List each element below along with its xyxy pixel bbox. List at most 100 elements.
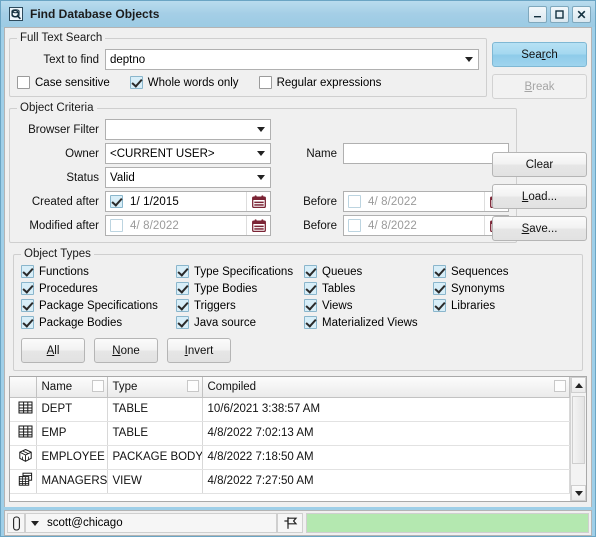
scroll-down-button[interactable]: [571, 485, 586, 501]
browser-filter-label: Browser Filter: [28, 123, 99, 136]
created-after-field[interactable]: 1/ 1/2015: [105, 191, 271, 212]
title-bar[interactable]: Find Database Objects: [1, 1, 595, 27]
whole-words-only-label: Whole words only: [147, 76, 239, 89]
type-functions[interactable]: Functions: [21, 265, 176, 278]
type-package-bodies[interactable]: Package Bodies: [21, 316, 176, 329]
connection-selector[interactable]: scott@chicago: [25, 513, 277, 533]
status-row: Status Valid: [17, 167, 509, 188]
all-label-post: ll: [54, 344, 60, 357]
regular-expressions-checkbox[interactable]: Regular expressions: [258, 76, 381, 89]
type-java-source[interactable]: Java source: [176, 316, 304, 329]
chevron-down-icon[interactable]: [31, 520, 39, 526]
cell-type: TABLE: [107, 397, 203, 422]
created-before-field[interactable]: 4/ 8/2022: [343, 191, 509, 212]
whole-words-only-checkbox[interactable]: Whole words only: [129, 76, 239, 89]
search-button[interactable]: Sea r ch: [492, 42, 587, 67]
col-header-icon[interactable]: [10, 377, 37, 398]
type-views[interactable]: Views: [304, 299, 433, 312]
col-header-name[interactable]: Name: [36, 377, 108, 398]
modified-after-checkbox[interactable]: [110, 219, 123, 232]
calendar-icon[interactable]: [246, 192, 270, 211]
modified-before-checkbox[interactable]: [348, 219, 361, 232]
clear-button[interactable]: Clear: [492, 152, 587, 177]
scroll-thumb[interactable]: [572, 396, 585, 464]
chevron-down-icon[interactable]: [251, 168, 270, 187]
results-table-wrapper: Name Type Compiled DEPT TABLE 10/6/2021 …: [10, 377, 570, 501]
find-database-icon: [8, 6, 24, 22]
type-label: Sequences: [451, 265, 509, 278]
none-button[interactable]: None: [94, 338, 158, 363]
pin-icon[interactable]: [277, 513, 303, 533]
type-procedures[interactable]: Procedures: [21, 282, 176, 295]
chevron-down-icon[interactable]: [251, 120, 270, 139]
load-button[interactable]: Load...: [492, 184, 587, 209]
table-row[interactable]: EMPLOYEE PACKAGE BODY 4/8/2022 7:18:50 A…: [10, 445, 570, 470]
invert-label-post: nvert: [187, 344, 214, 357]
chevron-down-icon[interactable]: [459, 50, 478, 69]
upper-panels: Full Text Search Text to find deptno Cas…: [5, 28, 591, 248]
type-synonyms[interactable]: Synonyms: [433, 282, 575, 295]
maximize-button[interactable]: [550, 5, 569, 23]
type-type-specifications[interactable]: Type Specifications: [176, 265, 304, 278]
type-label: Package Specifications: [39, 299, 158, 312]
status-select[interactable]: Valid: [105, 167, 271, 188]
none-label-mnemonic: N: [112, 344, 121, 357]
name-input[interactable]: [343, 143, 509, 164]
lock-icon[interactable]: [7, 513, 25, 533]
scroll-up-button[interactable]: [571, 377, 586, 393]
owner-name-row: Owner <CURRENT USER> Name: [17, 143, 509, 164]
text-to-find-input[interactable]: deptno: [105, 49, 479, 70]
close-button[interactable]: [572, 5, 591, 23]
all-button[interactable]: All: [21, 338, 85, 363]
type-tables[interactable]: Tables: [304, 282, 433, 295]
type-label: Materialized Views: [322, 316, 418, 329]
type-sequences[interactable]: Sequences: [433, 265, 575, 278]
case-sensitive-label: Case sensitive: [35, 76, 110, 89]
table-row[interactable]: DEPT TABLE 10/6/2021 3:38:57 AM: [10, 397, 570, 422]
col-header-compiled[interactable]: Compiled: [202, 377, 570, 398]
type-queues[interactable]: Queues: [304, 265, 433, 278]
col-header-type[interactable]: Type: [107, 377, 203, 398]
case-sensitive-checkbox[interactable]: Case sensitive: [17, 76, 110, 89]
progress-bar: [306, 513, 589, 533]
type-type-bodies[interactable]: Type Bodies: [176, 282, 304, 295]
calendar-icon[interactable]: [246, 216, 270, 235]
type-materialized-views[interactable]: Materialized Views: [304, 316, 433, 329]
save-label-post: ave...: [529, 222, 558, 235]
type-libraries[interactable]: Libraries: [433, 299, 575, 312]
scroll-track[interactable]: [571, 393, 586, 485]
row-icon-cell: [10, 445, 37, 470]
created-before-label: Before: [303, 195, 337, 208]
column-filter-box[interactable]: [91, 380, 104, 392]
cell-type: PACKAGE BODY: [107, 445, 203, 470]
results-inner: Name Type Compiled DEPT TABLE 10/6/2021 …: [10, 377, 586, 501]
table-row[interactable]: MANAGERS VIEW 4/8/2022 7:27:50 AM: [10, 469, 570, 494]
results-vertical-scrollbar[interactable]: [570, 377, 586, 501]
checkbox-box: [21, 282, 34, 295]
invert-button[interactable]: Invert: [167, 338, 231, 363]
owner-select[interactable]: <CURRENT USER>: [105, 143, 271, 164]
minimize-button[interactable]: [528, 5, 547, 23]
save-button[interactable]: Save...: [492, 216, 587, 241]
checkbox-box: [21, 299, 34, 312]
checkbox-box: [176, 316, 189, 329]
body-bottom-spacer: [5, 502, 591, 507]
modified-after-field[interactable]: 4/ 8/2022: [105, 215, 271, 236]
column-filter-box[interactable]: [186, 380, 199, 392]
type-label: Triggers: [194, 299, 236, 312]
browser-filter-select[interactable]: [105, 119, 271, 140]
type-triggers[interactable]: Triggers: [176, 299, 304, 312]
table-row[interactable]: EMP TABLE 4/8/2022 7:02:13 AM: [10, 421, 570, 446]
created-after-checkbox[interactable]: [110, 195, 123, 208]
results-grid[interactable]: Name Type Compiled DEPT TABLE 10/6/2021 …: [9, 376, 587, 502]
modified-before-field[interactable]: 4/ 8/2022: [343, 215, 509, 236]
chevron-down-icon[interactable]: [251, 144, 270, 163]
checkbox-box: [176, 299, 189, 312]
cell-compiled: 10/6/2021 3:38:57 AM: [202, 397, 570, 422]
created-before-checkbox[interactable]: [348, 195, 361, 208]
find-database-objects-window: Find Database Objects Full Text Search T…: [0, 0, 596, 537]
full-text-search-group: Full Text Search Text to find deptno Cas…: [9, 32, 487, 97]
break-button[interactable]: Break: [492, 74, 587, 99]
type-package-specifications[interactable]: Package Specifications: [21, 299, 176, 312]
column-filter-box[interactable]: [554, 380, 566, 392]
